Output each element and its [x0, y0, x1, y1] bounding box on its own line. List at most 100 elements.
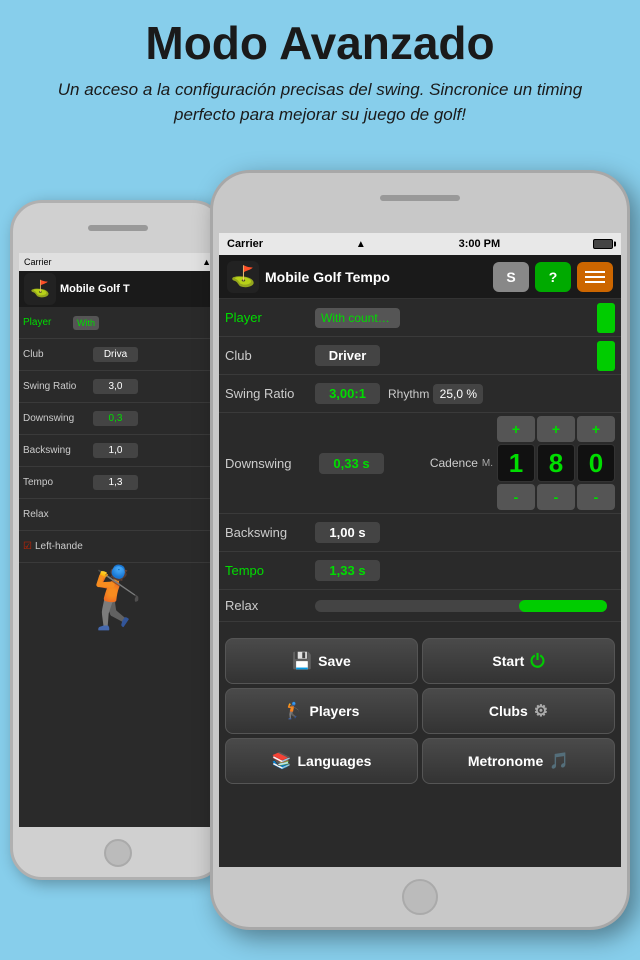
back-relax-row: Relax	[19, 499, 216, 531]
metronome-label: Metronome	[468, 753, 543, 769]
keypad-col-3: + 0 -	[577, 416, 615, 510]
back-club-value: Driva	[93, 347, 138, 362]
start-button[interactable]: Start ⏻	[422, 638, 615, 684]
back-player-label: Player	[23, 317, 73, 328]
languages-icon: 📚	[272, 751, 292, 771]
start-label: Start	[492, 653, 524, 669]
swing-ratio-label: Swing Ratio	[225, 386, 315, 401]
relax-slider[interactable]	[315, 600, 607, 612]
back-tempo-row: Tempo 1,3	[19, 467, 216, 499]
player-indicator	[597, 303, 615, 333]
back-app-header: ⛳ Mobile Golf T	[19, 271, 216, 307]
spacer	[219, 622, 621, 632]
front-app-title-text: Mobile Golf Tempo	[265, 269, 487, 285]
back-swingr-row: Swing Ratio 3,0	[19, 371, 216, 403]
save-icon: 💾	[292, 651, 312, 671]
tempo-value[interactable]: 1,33 s	[315, 560, 380, 581]
settings-icon: S	[506, 269, 515, 285]
club-label: Club	[225, 348, 315, 363]
clubs-button[interactable]: Clubs ⚙	[422, 688, 615, 734]
keypad-plus-3[interactable]: +	[577, 416, 615, 442]
languages-label: Languages	[298, 753, 372, 769]
player-value[interactable]: With countdown before the	[315, 308, 400, 328]
front-app-logo: ⛳	[227, 261, 259, 293]
bottom-buttons: 💾 Save Start ⏻ 🏌 Players	[219, 632, 621, 788]
back-downswing-label: Downswing	[23, 413, 93, 424]
start-icon: ⏻	[530, 651, 544, 672]
relax-label: Relax	[225, 598, 315, 613]
keypad-col-1: + 1 -	[497, 416, 535, 510]
back-downswing-value: 0,3	[93, 411, 138, 426]
back-player-row: Player With	[19, 307, 216, 339]
backswing-row: Backswing 1,00 s	[219, 514, 621, 552]
back-app-logo: ⛳	[24, 273, 56, 305]
players-label: Players	[310, 703, 360, 719]
settings-button[interactable]: S	[493, 262, 529, 292]
front-app-content: Player With countdown before the Club Dr…	[219, 299, 621, 788]
keypad-minus-1[interactable]: -	[497, 484, 535, 510]
front-golfer-icon: ⛳	[231, 264, 256, 289]
metronome-button[interactable]: Metronome 🎵	[422, 738, 615, 784]
back-app-title-text: Mobile Golf T	[60, 283, 130, 295]
keypad-plus-1[interactable]: +	[497, 416, 535, 442]
keypad-plus-2[interactable]: +	[537, 416, 575, 442]
players-button[interactable]: 🏌 Players	[225, 688, 418, 734]
relax-fill	[519, 600, 607, 612]
menu-button[interactable]	[577, 262, 613, 292]
menu-line-1	[585, 271, 605, 273]
back-golfer-figure: 🏌	[19, 568, 216, 628]
front-status-bar: Carrier ▲ 3:00 PM	[219, 233, 621, 255]
languages-button[interactable]: 📚 Languages	[225, 738, 418, 784]
page-subtitle: Un acceso a la configuración precisas de…	[20, 77, 620, 128]
player-row: Player With countdown before the	[219, 299, 621, 337]
cadence-m-label: M.	[482, 458, 493, 469]
back-tempo-label: Tempo	[23, 477, 93, 488]
save-button[interactable]: 💾 Save	[225, 638, 418, 684]
swing-ratio-row: Swing Ratio 3,00:1 Rhythm 25,0 %	[219, 375, 621, 413]
back-golfer-icon: ⛳	[30, 279, 50, 299]
club-row: Club Driver	[219, 337, 621, 375]
back-lefthanded-row: ☑ Left-hande	[19, 531, 216, 563]
back-backswing-value: 1,0	[93, 443, 138, 458]
front-phone-speaker	[380, 195, 460, 201]
cadence-label: Cadence	[430, 456, 478, 470]
page-title: Modo Avanzado	[20, 18, 620, 69]
phones-area: Carrier ▲ ⛳ Mobile Golf T Player With Cl…	[0, 170, 640, 960]
back-lefthanded-label: Left-hande	[35, 541, 83, 552]
back-app-content: Player With Club Driva Swing Ratio 3,0 D…	[19, 307, 216, 628]
backswing-value[interactable]: 1,00 s	[315, 522, 380, 543]
back-home-button[interactable]	[104, 839, 132, 867]
button-row-2: 🏌 Players Clubs ⚙	[225, 688, 615, 734]
keypad-minus-3[interactable]: -	[577, 484, 615, 510]
help-icon: ?	[549, 269, 558, 285]
keypad-minus-2[interactable]: -	[537, 484, 575, 510]
back-golfer-large-icon: 🏌	[80, 568, 155, 628]
back-player-value: With	[73, 316, 99, 330]
downswing-right: Cadence M. + 1 - + 8	[430, 416, 615, 510]
back-status-bar: Carrier ▲	[19, 253, 216, 271]
help-button[interactable]: ?	[535, 262, 571, 292]
front-wifi-icon: ▲	[356, 239, 366, 250]
swing-ratio-value[interactable]: 3,00:1	[315, 383, 380, 404]
front-home-button[interactable]	[402, 879, 438, 915]
front-phone: Carrier ▲ 3:00 PM ⛳ Mobile Golf Tempo S …	[210, 170, 630, 930]
club-indicator	[597, 341, 615, 371]
front-time: 3:00 PM	[459, 238, 501, 250]
keypad-section: + 1 - + 8 - + 0	[497, 416, 615, 510]
club-value[interactable]: Driver	[315, 345, 380, 366]
back-club-label: Club	[23, 349, 93, 360]
back-checkbox-icon: ☑	[23, 541, 32, 552]
save-label: Save	[318, 653, 351, 669]
keypad-col-2: + 8 -	[537, 416, 575, 510]
back-swingr-value: 3,0	[93, 379, 138, 394]
downswing-value[interactable]: 0,33 s	[319, 453, 384, 474]
back-club-row: Club Driva	[19, 339, 216, 371]
front-phone-screen: Carrier ▲ 3:00 PM ⛳ Mobile Golf Tempo S …	[219, 233, 621, 867]
player-label: Player	[225, 310, 315, 325]
metronome-icon: 🎵	[549, 751, 569, 771]
back-carrier: Carrier	[24, 257, 52, 267]
back-swingr-label: Swing Ratio	[23, 381, 93, 392]
back-relax-label: Relax	[23, 509, 93, 520]
rhythm-value[interactable]: 25,0 %	[433, 384, 483, 404]
top-section: Modo Avanzado Un acceso a la configuraci…	[0, 0, 640, 138]
